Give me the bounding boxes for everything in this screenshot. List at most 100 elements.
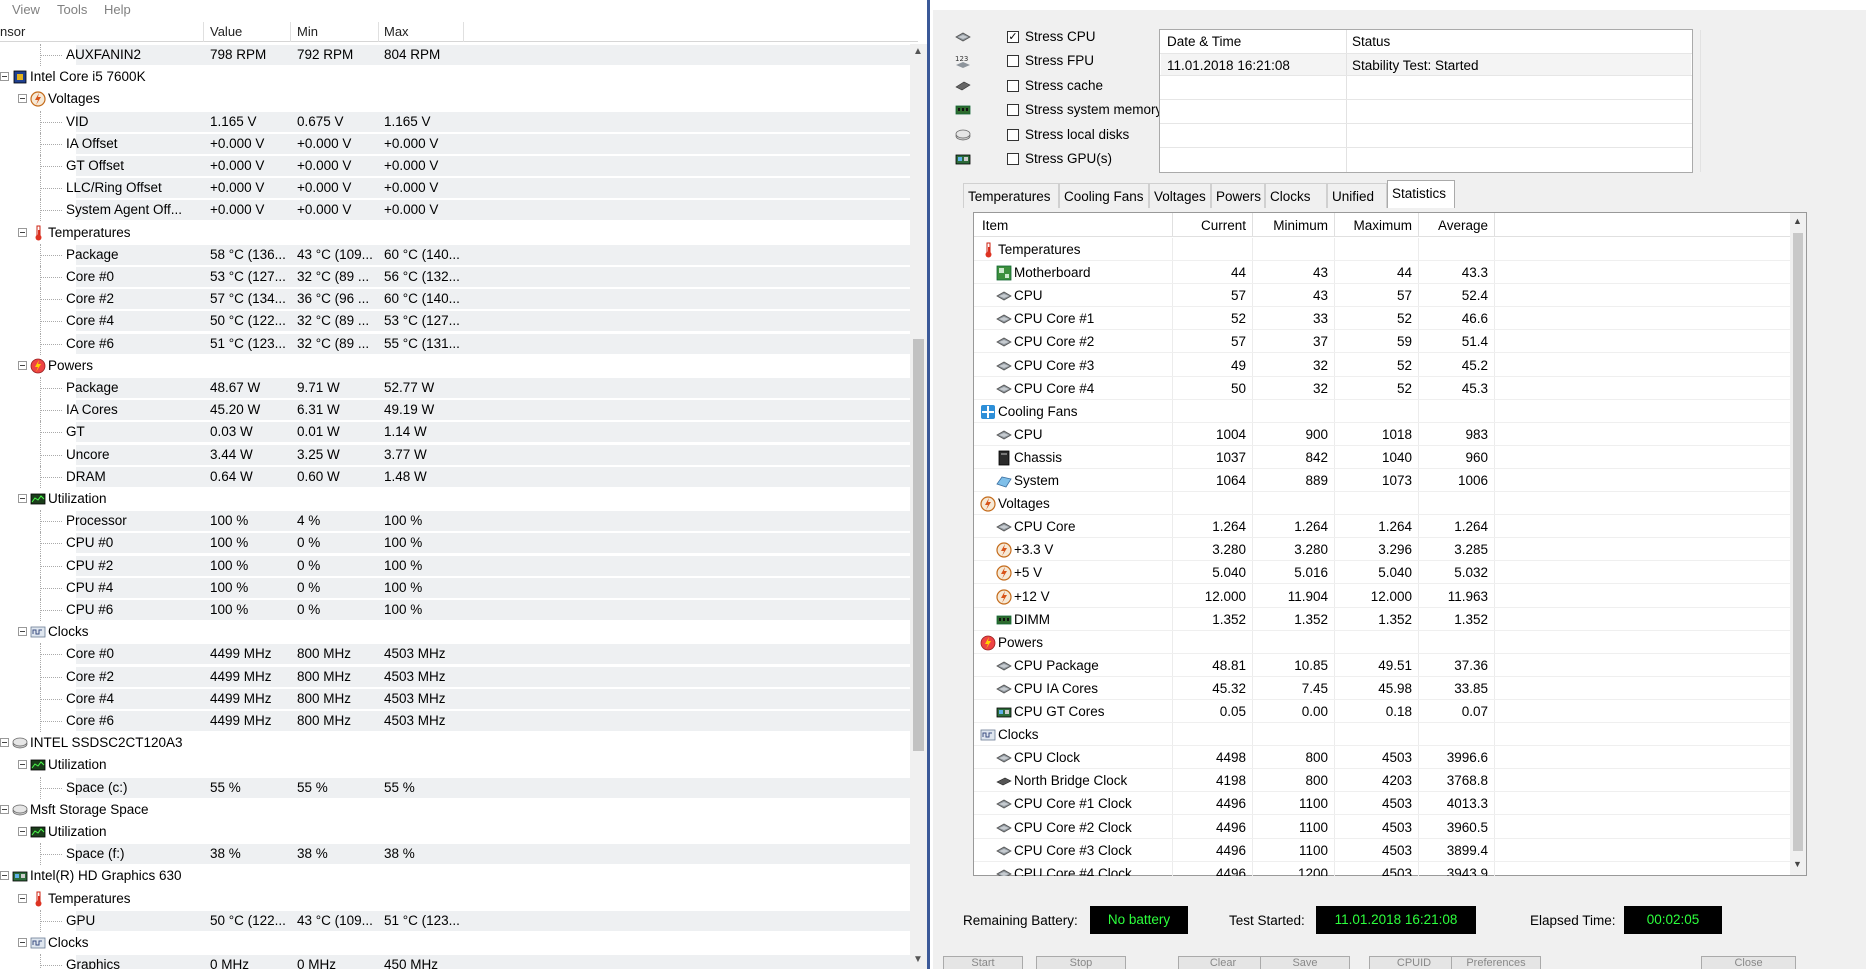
stat-row[interactable]: System 1064 889 1073 1006 (974, 469, 1790, 492)
stat-row[interactable]: CPU Core #4 50 32 52 45.3 (974, 377, 1790, 400)
scroll-thumb[interactable] (913, 339, 924, 751)
collapse-toggle-icon[interactable] (0, 738, 9, 748)
sensor-row[interactable]: CPU #6 100 % 0 % 100 % (0, 599, 910, 621)
sensor-row[interactable]: Core #0 53 °C (127... 32 °C (89 ... 56 °C (… (0, 266, 910, 288)
collapse-toggle-icon[interactable] (18, 627, 27, 637)
sensor-row[interactable]: Processor 100 % 4 % 100 % (0, 510, 910, 533)
sensor-row[interactable]: LLC/Ring Offset +0.000 V +0.000 V +0.000 V (0, 177, 910, 200)
stat-col-maximum[interactable]: Maximum (1344, 218, 1412, 233)
sensor-row[interactable]: CPU #0 100 % 0 % 100 % (0, 532, 910, 555)
group-node[interactable]: Clocks (0, 621, 910, 643)
sensor-row[interactable]: DRAM 0.64 W 0.60 W 1.48 W (0, 465, 910, 488)
scroll-down-icon[interactable]: ▼ (913, 954, 923, 965)
collapse-toggle-icon[interactable] (18, 227, 27, 237)
sensor-row[interactable]: Core #4 4499 MHz 800 MHz 4503 MHz (0, 687, 910, 710)
collapse-toggle-icon[interactable] (18, 893, 27, 903)
stat-row[interactable]: Motherboard 44 43 44 43.3 (974, 261, 1790, 285)
collapse-toggle-icon[interactable] (0, 871, 9, 881)
stat-row[interactable]: CPU Package 48.81 10.85 49.51 37.36 (974, 654, 1790, 677)
group-node[interactable]: Utilization (0, 754, 910, 776)
sensor-row[interactable]: GT Offset +0.000 V +0.000 V +0.000 V (0, 155, 910, 177)
stop-button[interactable]: Stop (1036, 956, 1126, 969)
sensor-row[interactable]: IA Cores 45.20 W 6.31 W 49.19 W (0, 399, 910, 422)
sensor-row[interactable]: Core #6 51 °C (123... 32 °C (89 ... 55 °C (… (0, 332, 910, 355)
collapse-toggle-icon[interactable] (18, 94, 27, 104)
clear-button[interactable]: Clear (1178, 956, 1268, 969)
tab-voltages[interactable]: Voltages (1149, 183, 1211, 208)
stat-row[interactable]: CPU Core #2 Clock 4496 1100 4503 3960.5 (974, 816, 1790, 839)
stat-group-row[interactable]: Temperatures (974, 238, 1790, 261)
sensor-row[interactable]: Core #2 4499 MHz 800 MHz 4503 MHz (0, 665, 910, 688)
stress-option[interactable]: Stress local disks (955, 124, 1155, 146)
stat-row[interactable]: CPU Core #1 52 33 52 46.6 (974, 307, 1790, 331)
group-node[interactable]: Temperatures (0, 888, 910, 910)
stat-row[interactable]: +3.3 V 3.280 3.280 3.296 3.285 (974, 538, 1790, 562)
statistics-scrollbar[interactable]: ▲ ▼ (1790, 213, 1806, 875)
cpuid-button[interactable]: CPUID (1369, 956, 1459, 969)
group-node[interactable]: Powers (0, 355, 910, 377)
stress-option[interactable]: Stress system memory (955, 99, 1162, 121)
sensor-row[interactable]: AUXFANIN2 798 RPM 792 RPM 804 RPM (0, 44, 910, 66)
scroll-down-icon[interactable]: ▼ (1793, 859, 1802, 869)
stat-row[interactable]: Chassis 1037 842 1040 960 (974, 446, 1790, 469)
device-node[interactable]: Intel Core i5 7600K (0, 66, 910, 88)
stat-row[interactable]: North Bridge Clock 4198 800 4203 3768.8 (974, 769, 1790, 793)
tab-temperatures[interactable]: Temperatures (963, 183, 1059, 208)
stress-checkbox[interactable] (1007, 55, 1019, 68)
stress-checkbox[interactable] (1007, 104, 1019, 117)
sensor-row[interactable]: GPU 50 °C (122... 43 °C (109... 51 °C (123.… (0, 909, 910, 932)
group-node[interactable]: Utilization (0, 488, 910, 510)
scroll-up-icon[interactable]: ▲ (913, 46, 923, 57)
scroll-thumb[interactable] (1793, 233, 1803, 851)
stat-row[interactable]: CPU GT Cores 0.05 0.00 0.18 0.07 (974, 700, 1790, 723)
device-node[interactable]: Msft Storage Space (0, 799, 910, 821)
column-min[interactable]: Min (297, 24, 318, 39)
sensor-row[interactable]: Core #6 4499 MHz 800 MHz 4503 MHz (0, 710, 910, 732)
collapse-toggle-icon[interactable] (18, 494, 27, 503)
sensor-row[interactable]: VID 1.165 V 0.675 V 1.165 V (0, 110, 910, 133)
stat-col-average[interactable]: Average (1430, 218, 1488, 233)
stress-option[interactable]: ✓ Stress CPU (955, 26, 1155, 48)
device-node[interactable]: INTEL SSDSC2CT120A3 (0, 732, 910, 754)
tab-clocks[interactable]: Clocks (1265, 183, 1327, 208)
stat-col-minimum[interactable]: Minimum (1264, 218, 1328, 233)
column-value[interactable]: Value (210, 24, 242, 39)
stat-row[interactable]: DIMM 1.352 1.352 1.352 1.352 (974, 608, 1790, 631)
collapse-toggle-icon[interactable] (0, 804, 9, 814)
stat-row[interactable]: CPU Core #1 Clock 4496 1100 4503 4013.3 (974, 792, 1790, 816)
group-node[interactable]: Utilization (0, 821, 910, 843)
stat-group-row[interactable]: Powers (974, 631, 1790, 654)
stat-group-row[interactable]: Clocks (974, 723, 1790, 747)
sensor-row[interactable]: Core #4 50 °C (122... 32 °C (89 ... 53 °C (… (0, 310, 910, 333)
stat-col-item[interactable]: Item (982, 218, 1008, 233)
sensor-row[interactable]: Uncore 3.44 W 3.25 W 3.77 W (0, 443, 910, 466)
close-button[interactable]: Close (1701, 956, 1796, 969)
sensor-row[interactable]: Core #2 57 °C (134... 36 °C (96 ... 60 °C (… (0, 288, 910, 311)
sensor-row[interactable]: CPU #2 100 % 0 % 100 % (0, 554, 910, 577)
collapse-toggle-icon[interactable] (18, 938, 27, 947)
stress-option[interactable]: 123 Stress FPU (955, 50, 1155, 72)
sensor-row[interactable]: Core #0 4499 MHz 800 MHz 4503 MHz (0, 643, 910, 666)
save-button[interactable]: Save (1260, 956, 1350, 969)
sensor-row[interactable]: IA Offset +0.000 V +0.000 V +0.000 V (0, 132, 910, 155)
stat-row[interactable]: CPU Core #4 Clock 4496 1200 4503 3943.9 (974, 862, 1790, 876)
sensor-row[interactable]: Package 58 °C (136... 43 °C (109... 60 °C (… (0, 243, 910, 266)
sensor-row[interactable]: Space (c:) 55 % 55 % 55 % (0, 776, 910, 799)
sensor-row[interactable]: Graphics 0 MHz 0 MHz 450 MHz (0, 954, 910, 969)
group-node[interactable]: Temperatures (0, 222, 910, 244)
scroll-up-icon[interactable]: ▲ (1793, 216, 1802, 226)
stress-option[interactable]: Stress GPU(s) (955, 148, 1155, 170)
device-node[interactable]: Intel(R) HD Graphics 630 (0, 865, 910, 887)
column-sensor[interactable]: nsor (0, 24, 25, 39)
stress-checkbox[interactable] (1007, 79, 1019, 92)
status-header-status[interactable]: Status (1352, 34, 1390, 49)
sensor-row[interactable]: Space (f:) 38 % 38 % 38 % (0, 843, 910, 866)
sensor-tree-scrollbar[interactable]: ▲ ▼ (910, 44, 927, 969)
sensor-row[interactable]: System Agent Off... +0.000 V +0.000 V +0.00… (0, 199, 910, 222)
group-node[interactable]: Voltages (0, 88, 910, 110)
tab-powers[interactable]: Powers (1211, 183, 1265, 208)
preferences-button[interactable]: Preferences (1451, 956, 1541, 969)
menu-help[interactable]: Help (104, 2, 131, 17)
stat-row[interactable]: CPU 1004 900 1018 983 (974, 423, 1790, 446)
collapse-toggle-icon[interactable] (18, 827, 27, 836)
